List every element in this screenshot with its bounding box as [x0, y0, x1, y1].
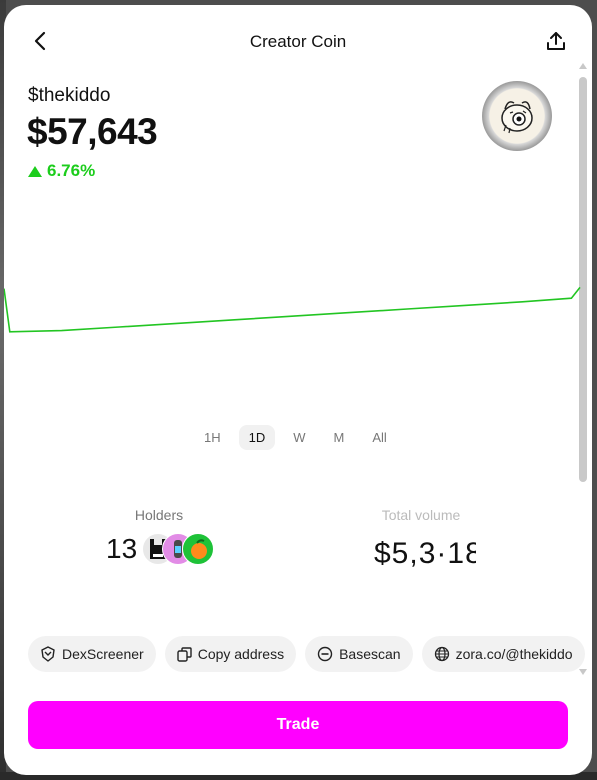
zora-profile-link[interactable]: zora.co/@thekiddo [421, 636, 585, 672]
volume-fade-bottom [366, 565, 476, 575]
link-pills: DexScreener Copy address Basescan zora.c… [28, 636, 585, 672]
price-chart[interactable] [4, 205, 592, 405]
coin-modal: Creator Coin $thekiddo $57,643 6.76% 1H … [4, 5, 592, 775]
globe-icon [434, 646, 449, 662]
volume-fade-top [366, 527, 476, 537]
coin-price: $57,643 [27, 111, 158, 152]
basescan-label: Basescan [339, 646, 401, 662]
skull-character-icon [501, 101, 533, 134]
scroll-up-arrow[interactable] [579, 63, 587, 69]
holder-avatar [182, 533, 214, 565]
fruit-icon [191, 539, 207, 559]
basescan-icon [317, 646, 333, 662]
coin-avatar[interactable] [482, 81, 552, 151]
basescan-link[interactable]: Basescan [305, 636, 413, 672]
modal-header: Creator Coin [4, 5, 592, 77]
copy-address-label: Copy address [197, 646, 285, 662]
price-change: 6.76% [28, 161, 95, 181]
dexscreener-link[interactable]: DexScreener [28, 636, 156, 672]
zora-profile-label: zora.co/@thekiddo [455, 646, 573, 662]
total-volume-value: $5,3·18 [366, 527, 476, 575]
dexscreener-icon [41, 646, 55, 662]
holder-avatars[interactable] [142, 533, 222, 565]
tab-timeframe-1h[interactable]: 1H [194, 425, 231, 450]
coin-ticker: $thekiddo [28, 85, 111, 106]
share-icon [547, 32, 565, 50]
tab-timeframe-w[interactable]: W [283, 425, 315, 450]
tab-timeframe-1d[interactable]: 1D [238, 425, 276, 450]
price-chart-line [4, 286, 581, 333]
triangle-up-icon [28, 165, 42, 177]
tab-timeframe-m[interactable]: M [324, 425, 355, 450]
copy-address-button[interactable]: Copy address [164, 636, 297, 672]
timeframe-selector: 1H 1D W M All [194, 425, 397, 450]
tab-timeframe-all[interactable]: All [362, 425, 396, 450]
page-title: Creator Coin [249, 32, 347, 51]
holders-label: Holders [134, 507, 184, 523]
total-volume-label: Total volume [381, 507, 461, 523]
share-button[interactable] [542, 27, 570, 55]
holders-count: 13 [106, 533, 138, 564]
trade-button[interactable]: Trade [28, 701, 568, 749]
trade-button-label: Trade [276, 716, 320, 733]
copy-icon [177, 646, 192, 662]
price-change-value: 6.76% [47, 161, 96, 180]
dexscreener-label: DexScreener [62, 646, 144, 662]
